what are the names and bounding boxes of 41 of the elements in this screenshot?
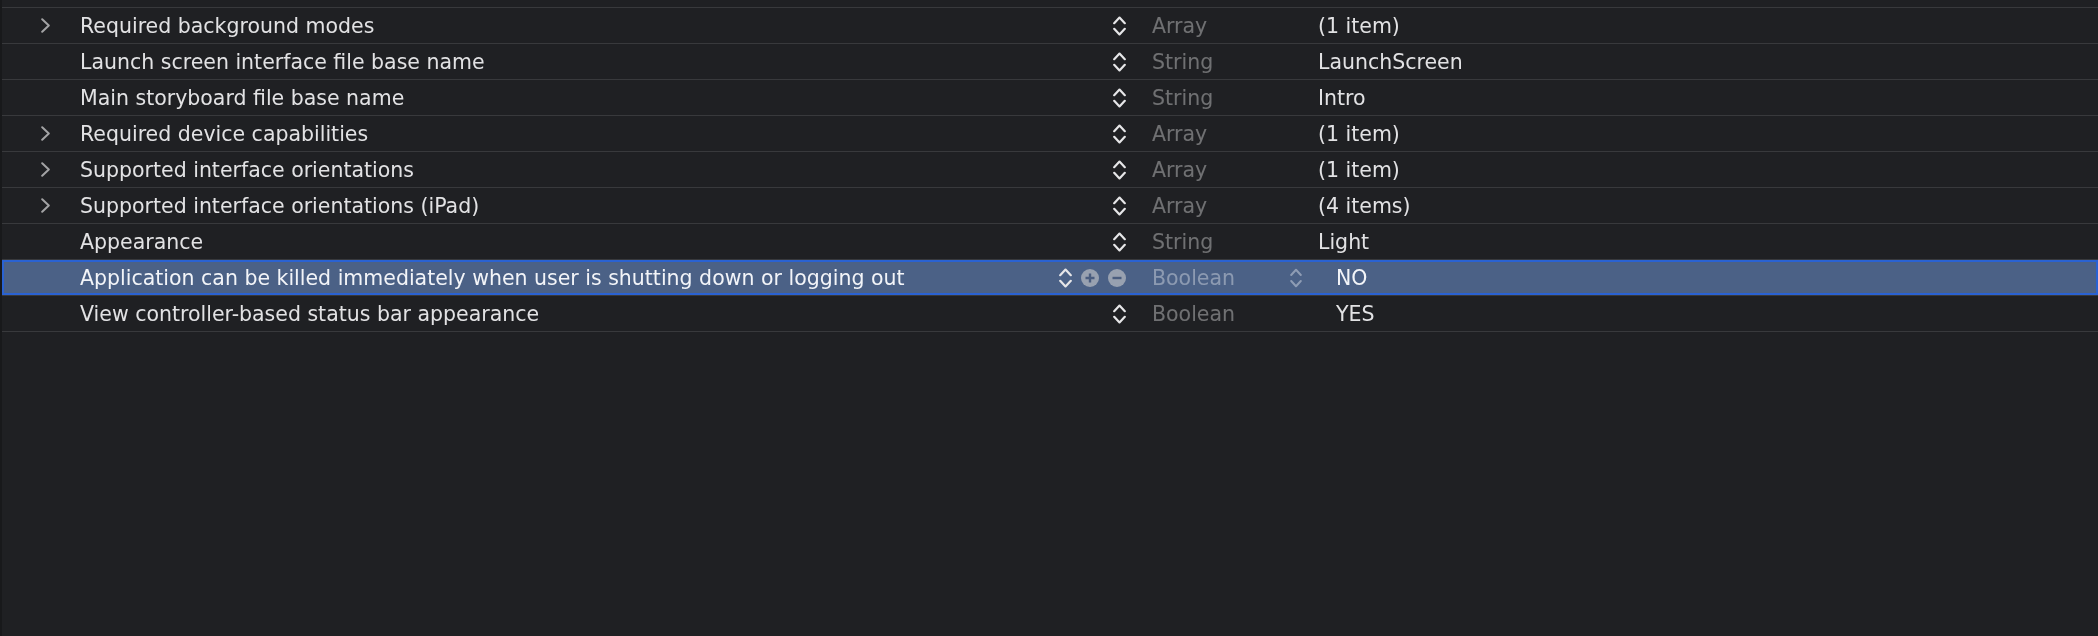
type-label: Boolean [1152, 265, 1235, 290]
key-label: Required background modes [80, 13, 376, 38]
minus-circle-icon[interactable] [1108, 268, 1126, 287]
type-label: Boolean [1152, 301, 1235, 326]
type-label: Array [1152, 193, 1208, 218]
value-label: (1 item) [1318, 121, 1400, 146]
property-row[interactable]: Main storyboard file base name String Intro [2, 80, 2098, 116]
type-label: String [1152, 85, 1214, 110]
key-label: Launch screen interface file base name [80, 49, 486, 74]
property-row[interactable]: Launch screen interface file base name String LaunchScreen [2, 44, 2098, 80]
chevron-icon[interactable] [41, 162, 50, 177]
chevron-icon[interactable] [41, 198, 50, 213]
value-label: (1 item) [1318, 157, 1400, 182]
key-label: View controller-based status bar appearance [80, 301, 541, 326]
value-label: (4 items) [1318, 193, 1411, 218]
value-label: (1 item) [1318, 13, 1400, 38]
key-label: Appearance [80, 229, 205, 254]
key-label: Application can be killed immediately when user is shutting down or logging out [80, 265, 906, 290]
key-label: Supported interface orientations [80, 157, 415, 182]
type-label: Array [1152, 121, 1208, 146]
value-label: NO [1336, 265, 1368, 290]
key-label: Supported interface orientations (iPad) [80, 193, 481, 218]
property-row[interactable]: Supported interface orientations Array (1 item) [2, 152, 2098, 188]
plus-circle-icon[interactable] [1081, 268, 1099, 287]
value-label: Light [1318, 229, 1370, 254]
property-row[interactable]: Required device capabilities Array (1 item) [2, 116, 2098, 152]
property-row[interactable]: Supported interface orientations (iPad) Array (4 items) [2, 188, 2098, 224]
key-label: Required device capabilities [80, 121, 370, 146]
type-label: Array [1152, 157, 1208, 182]
property-row[interactable]: View controller-based status bar appearance Boolean YES [2, 296, 2098, 332]
value-label: LaunchScreen [1318, 49, 1463, 74]
value-label: YES [1336, 301, 1375, 326]
type-label: String [1152, 49, 1214, 74]
type-label: String [1152, 229, 1214, 254]
chevron-icon[interactable] [41, 126, 50, 141]
property-row[interactable]: Application can be killed immediately when user is shutting down or logging out Boolean NO [2, 260, 2098, 296]
value-label: Intro [1318, 85, 1366, 110]
type-label: Array [1152, 13, 1208, 38]
property-row[interactable]: Required background modes Array (1 item) [2, 8, 2098, 44]
chevron-icon[interactable] [41, 18, 50, 33]
key-label: Main storyboard file base name [80, 85, 406, 110]
